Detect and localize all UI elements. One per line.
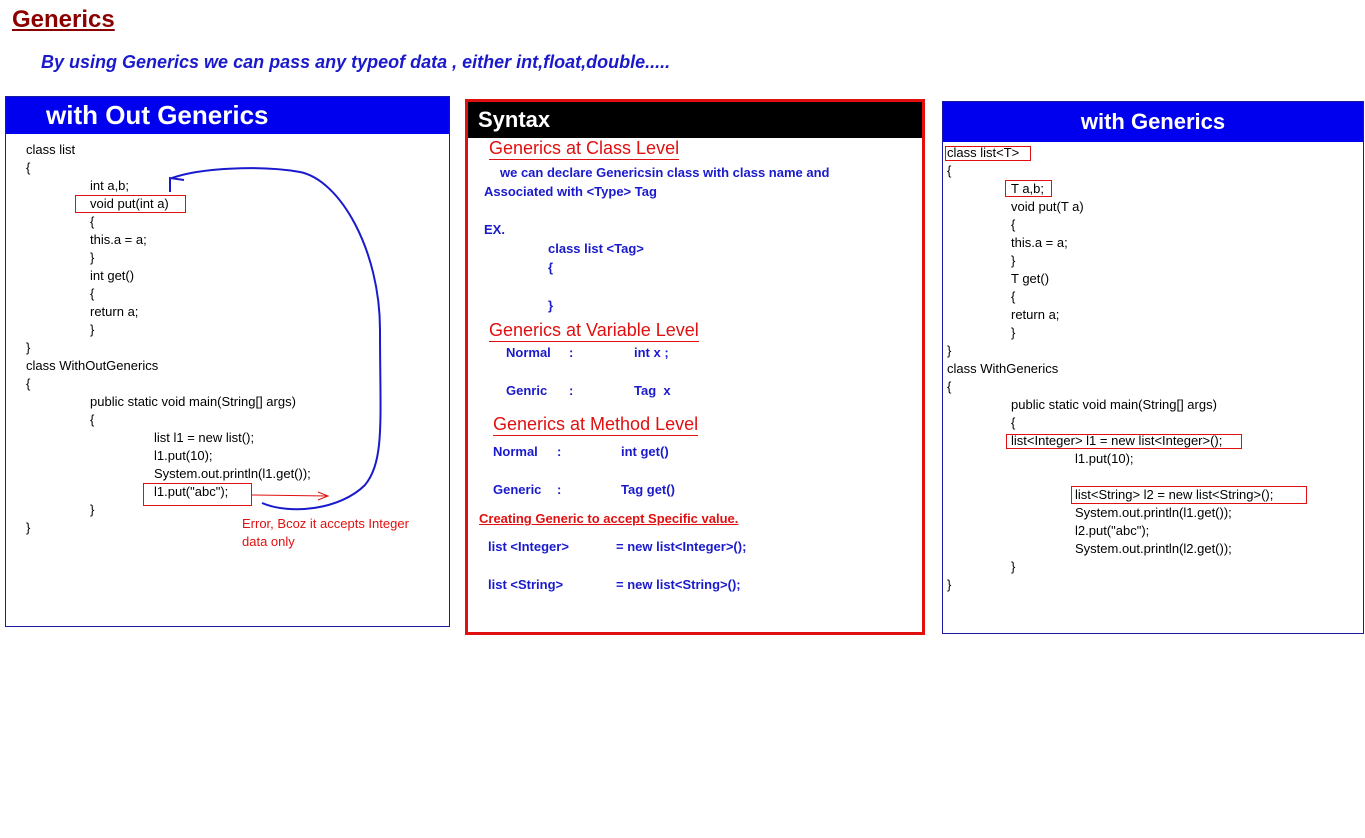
curved-arrow-head <box>169 176 185 192</box>
arrow-overlay <box>169 167 382 511</box>
curved-arrow-icon <box>171 167 382 511</box>
error-arrow-icon <box>251 491 330 501</box>
